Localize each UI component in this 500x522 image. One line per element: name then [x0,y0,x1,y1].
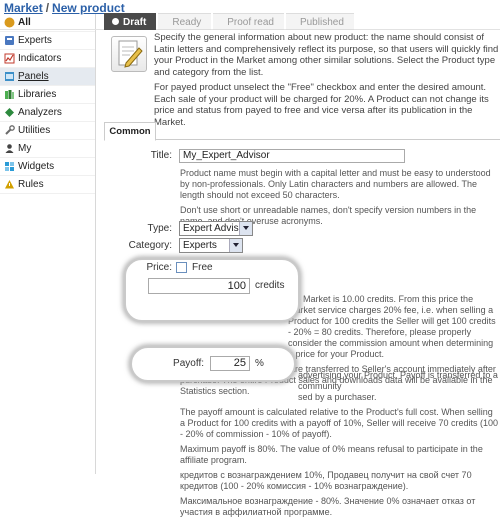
payoff-hint: advertising your Product. Payoff is tran… [180,370,500,522]
price-unit: credits [255,280,285,291]
payoff-hint-text: Максимальное вознаграждение - 80%. Значе… [180,496,476,517]
payoff-label: Payoff: [173,358,204,369]
step-label: Published [299,17,344,28]
sidebar-item-rules[interactable]: Rules [0,176,95,194]
widgets-icon [3,161,15,173]
step-bullet-icon [112,18,119,25]
sidebar-item-widgets[interactable]: Widgets [0,158,95,176]
sidebar-item-utilities[interactable]: Utilities [0,122,95,140]
step-ready: Ready [158,13,212,30]
payoff-hint-text: кредитов с вознаграждением 10%, Продавец… [180,470,472,491]
step-draft: Draft [104,13,157,30]
step-label: Draft [123,17,147,28]
tab-common[interactable]: Common [104,122,156,141]
my-icon [3,143,15,155]
breadcrumb-separator: / [45,1,50,15]
breadcrumb-market-link[interactable]: Market [4,1,43,15]
step-proof-read: Proof read [213,13,284,30]
sidebar-item-my[interactable]: My [0,140,95,158]
payoff-unit: % [255,358,264,369]
edit-document-icon [111,36,147,72]
experts-icon [3,35,15,47]
sidebar-item-label: Panels [18,71,49,82]
info-text: Specify the general information about ne… [154,32,500,132]
category-select-value: Experts [183,240,217,251]
sidebar-item-libraries[interactable]: Libraries [0,86,95,104]
type-label: Type: [147,223,172,234]
sidebar-item-label: Libraries [18,89,57,100]
free-checkbox[interactable] [176,262,187,273]
sidebar-item-label: Experts [18,35,52,46]
title-input[interactable]: My_Expert_Advisor [179,149,405,163]
price-input[interactable]: 100 [148,278,250,294]
free-label: Free [192,262,213,273]
panels-icon [3,71,15,83]
sidebar-item-experts[interactable]: Experts [0,32,95,50]
step-published: Published [285,13,354,30]
sidebar: All Experts Indicators Panels Libraries … [0,14,96,474]
step-label: Proof read [227,17,274,28]
step-label: Ready [172,17,202,28]
category-label: Category: [128,240,172,251]
payoff-hint-text: The payoff amount is calculated relative… [180,407,498,439]
chevron-down-icon [239,222,252,235]
analyzers-icon [3,107,15,119]
sidebar-item-panels[interactable]: Panels [0,68,95,86]
payoff-hint-text: sed by a purchaser. [298,392,377,402]
sidebar-item-label: Indicators [18,53,62,64]
title-hint-text: Product name must begin with a capital l… [180,168,491,200]
type-select[interactable]: Expert Advisor [179,221,253,236]
sidebar-item-analyzers[interactable]: Analyzers [0,104,95,122]
sidebar-item-indicators[interactable]: Indicators [0,50,95,68]
sidebar-item-label: Analyzers [18,107,62,118]
sidebar-item-label: Widgets [18,161,55,172]
rules-icon [3,179,15,191]
sidebar-item-label: Utilities [18,125,51,136]
sidebar-item-label: Rules [18,179,44,190]
info-paragraph: Specify the general information about ne… [154,32,499,78]
sidebar-item-label: My [18,143,32,154]
indicators-icon [3,53,15,65]
price-label: Price: [146,262,172,273]
payoff-input[interactable]: 25 [210,356,250,371]
tab-bar: Common [104,122,500,141]
category-select[interactable]: Experts [179,238,243,253]
title-label: Title: [150,150,172,161]
status-steps: Draft Ready Proof read Published [104,13,356,30]
header: Market / New product Draft Ready Proof rea… [0,0,500,30]
type-select-value: Expert Advisor [183,223,248,234]
chevron-down-icon [229,239,242,252]
payoff-hint-text: Maximum payoff is 80%. The value of 0% m… [180,444,483,465]
main-content: Specify the general information about ne… [104,30,500,517]
libraries-icon [3,89,15,101]
utilities-icon [3,125,15,137]
